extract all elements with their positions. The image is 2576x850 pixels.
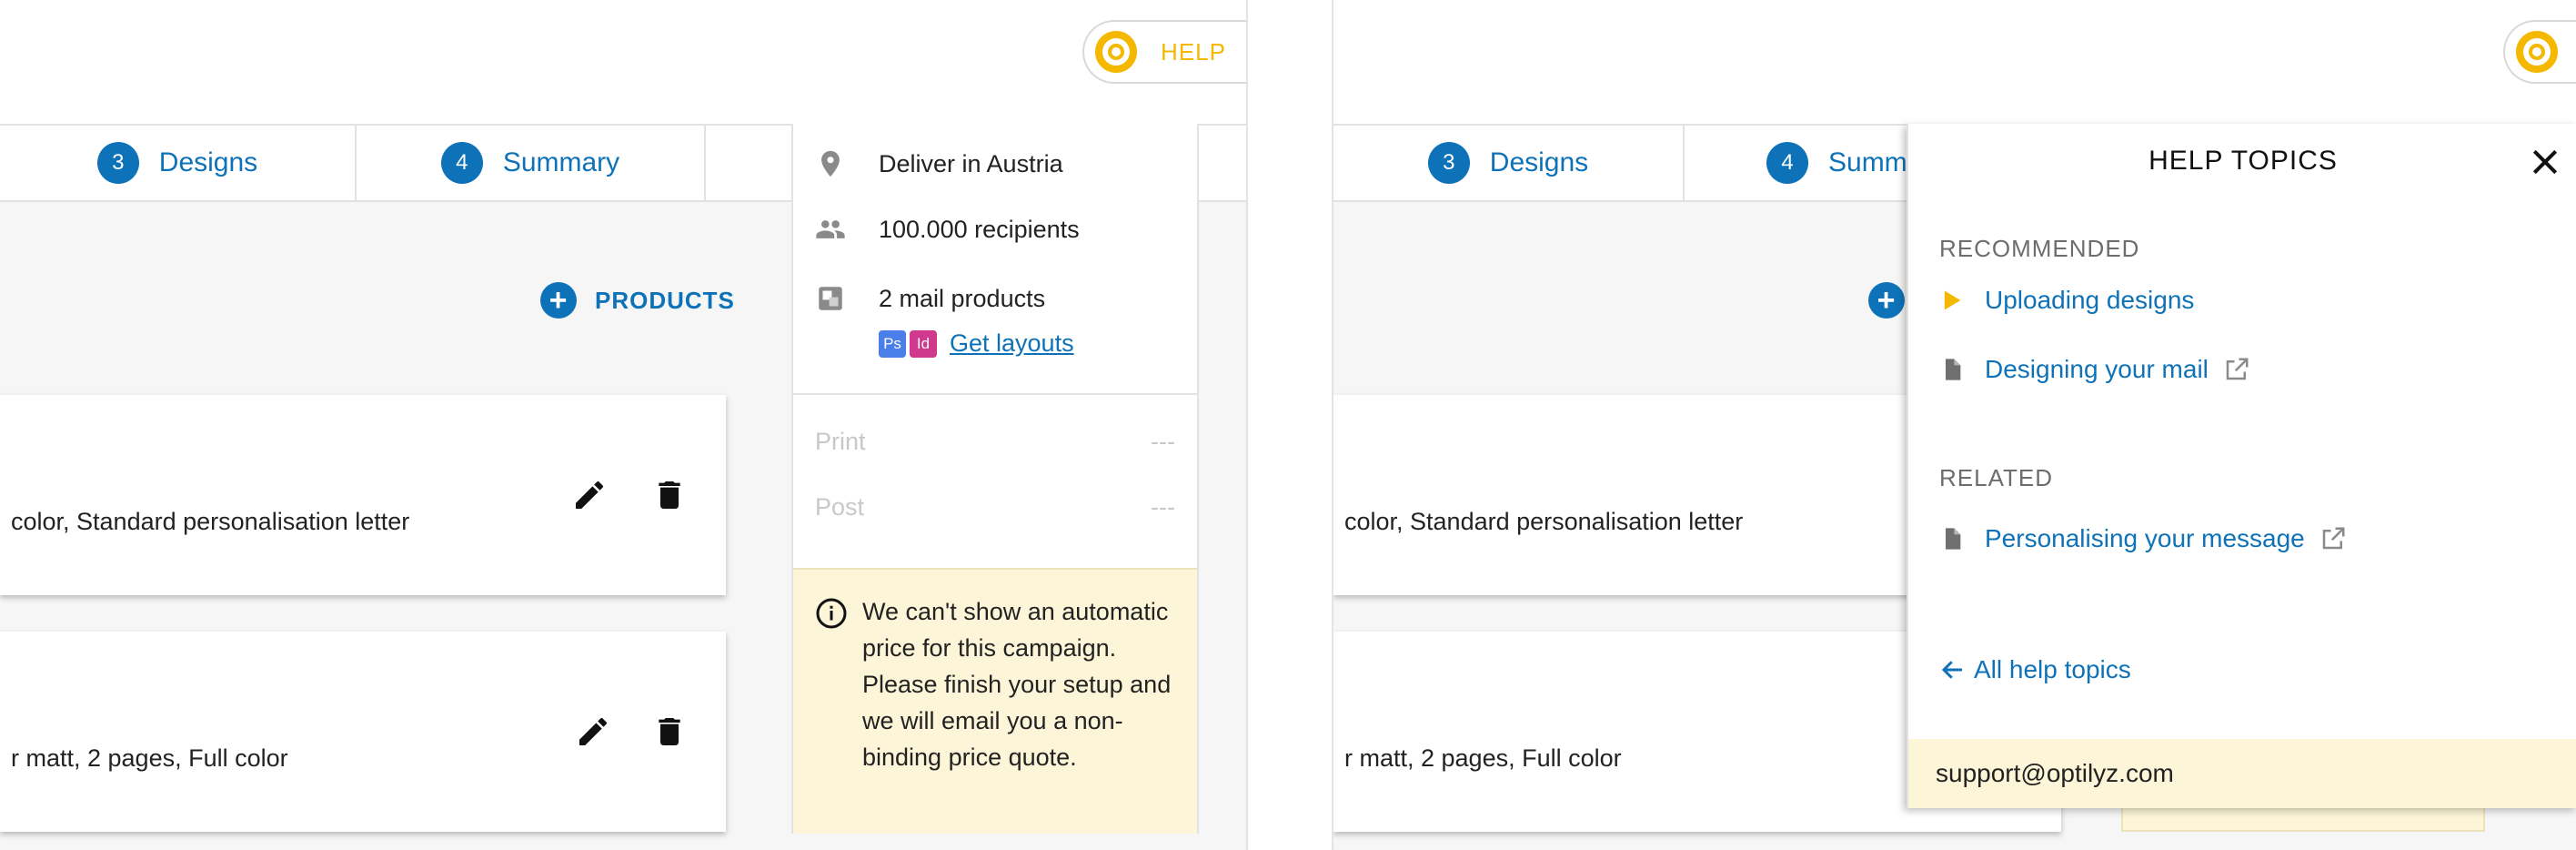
print-label: Print <box>815 428 866 455</box>
all-help-topics-link[interactable]: All help topics <box>1939 655 2131 684</box>
post-price-row: Post --- <box>815 493 1175 521</box>
close-icon[interactable] <box>2527 144 2563 180</box>
plus-icon: + <box>1868 282 1905 319</box>
right-panel: 3 Designs 4 Summ + color, Standard perso… <box>1332 0 2576 850</box>
plus-icon: + <box>540 282 577 319</box>
price-notice-text: We can't show an automatic price for thi… <box>862 598 1172 771</box>
help-topic-uploading-designs[interactable]: Uploading designs <box>1939 286 2194 315</box>
help-button[interactable]: HELP <box>1082 20 1246 84</box>
help-button[interactable] <box>2503 20 2576 84</box>
mail-products-count: 2 mail products <box>879 284 1046 312</box>
mail-products-icon <box>819 287 842 310</box>
arrow-left-icon <box>1941 661 1962 679</box>
edit-icon[interactable] <box>571 477 608 513</box>
step-next[interactable] <box>706 126 793 200</box>
summary-products-row: 2 mail products <box>793 280 1197 317</box>
help-topic-personalising[interactable]: Personalising your message <box>1939 524 2347 553</box>
summary-recipients-row: 100.000 recipients <box>793 211 1197 248</box>
product-description: color, Standard personalisation letter <box>1344 508 1744 535</box>
all-help-topics-label: All help topics <box>1974 655 2131 683</box>
lifebuoy-icon <box>2516 31 2558 73</box>
support-footer: support@optilyz.com <box>1908 739 2576 808</box>
people-icon <box>816 220 845 238</box>
step-number: 3 <box>1427 142 1470 184</box>
post-value: --- <box>1151 493 1175 521</box>
indesign-badge: Id <box>910 329 937 358</box>
related-section-label: RELATED <box>1939 464 2053 491</box>
help-topics-drawer: HELP TOPICS RECOMMENDED Uploading design… <box>1907 124 2576 808</box>
product-description: r matt, 2 pages, Full color <box>11 744 288 772</box>
step-label: Designs <box>158 147 258 177</box>
trash-icon[interactable] <box>651 713 688 750</box>
step-label: Designs <box>1489 147 1589 177</box>
summary-location-row: Deliver in Austria <box>793 146 1197 182</box>
location-pin-icon <box>821 150 840 177</box>
play-icon <box>1944 290 1961 310</box>
external-link-icon <box>2322 527 2345 550</box>
panel-gap <box>1248 0 1332 850</box>
document-icon <box>1946 359 1961 380</box>
lifebuoy-icon <box>1095 31 1137 73</box>
add-products-label: PRODUCTS <box>595 286 735 314</box>
help-label: HELP <box>1161 37 1226 66</box>
print-value: --- <box>1151 428 1175 455</box>
delivery-country: Deliver in Austria <box>879 149 1063 177</box>
recipient-count: 100.000 recipients <box>879 215 1080 243</box>
help-topic-label: Designing your mail <box>1985 355 2209 383</box>
layout-badges: Ps Id Get layouts <box>879 329 1074 358</box>
step-label: Summary <box>502 147 620 177</box>
step-number: 4 <box>440 142 483 184</box>
document-icon <box>1946 528 1961 550</box>
divider <box>793 393 1197 395</box>
top-bar: HELP <box>0 0 1246 124</box>
product-description: r matt, 2 pages, Full color <box>1344 744 1622 772</box>
add-products-button[interactable]: + PRODUCTS <box>540 282 735 319</box>
step-number: 3 <box>96 142 139 184</box>
external-link-icon <box>2226 358 2249 380</box>
step-designs[interactable]: 3 Designs <box>1333 126 1685 200</box>
help-topic-label: Personalising your message <box>1985 524 2305 552</box>
get-layouts-link[interactable]: Get layouts <box>950 329 1074 358</box>
trash-icon[interactable] <box>651 477 688 513</box>
price-notice: We can't show an automatic price for thi… <box>793 568 1197 834</box>
campaign-summary-panel: Deliver in Austria 100.000 recipients 2 … <box>791 124 1199 834</box>
help-topic-designing-mail[interactable]: Designing your mail <box>1939 355 2250 384</box>
product-card: r matt, 2 pages, Full color <box>0 632 726 832</box>
step-designs[interactable]: 3 Designs <box>0 126 357 200</box>
recommended-section-label: RECOMMENDED <box>1939 235 2140 262</box>
drawer-title: HELP TOPICS <box>2148 146 2338 176</box>
help-topic-label: Uploading designs <box>1985 286 2195 314</box>
step-number: 4 <box>1766 142 1808 184</box>
support-email[interactable]: support@optilyz.com <box>1936 759 2174 788</box>
step-summary[interactable]: 4 Summary <box>357 126 706 200</box>
top-bar <box>1333 0 2576 124</box>
left-panel: HELP 3 Designs 4 Summary + PRODUCTS colo… <box>0 0 1248 850</box>
info-icon <box>816 598 847 629</box>
post-label: Post <box>815 493 865 521</box>
product-card: color, Standard personalisation letter <box>0 395 726 595</box>
product-description: color, Standard personalisation letter <box>11 508 410 535</box>
print-price-row: Print --- <box>815 428 1175 456</box>
step-label: Summ <box>1828 147 1907 177</box>
photoshop-badge: Ps <box>879 329 906 358</box>
edit-icon[interactable] <box>575 713 611 750</box>
